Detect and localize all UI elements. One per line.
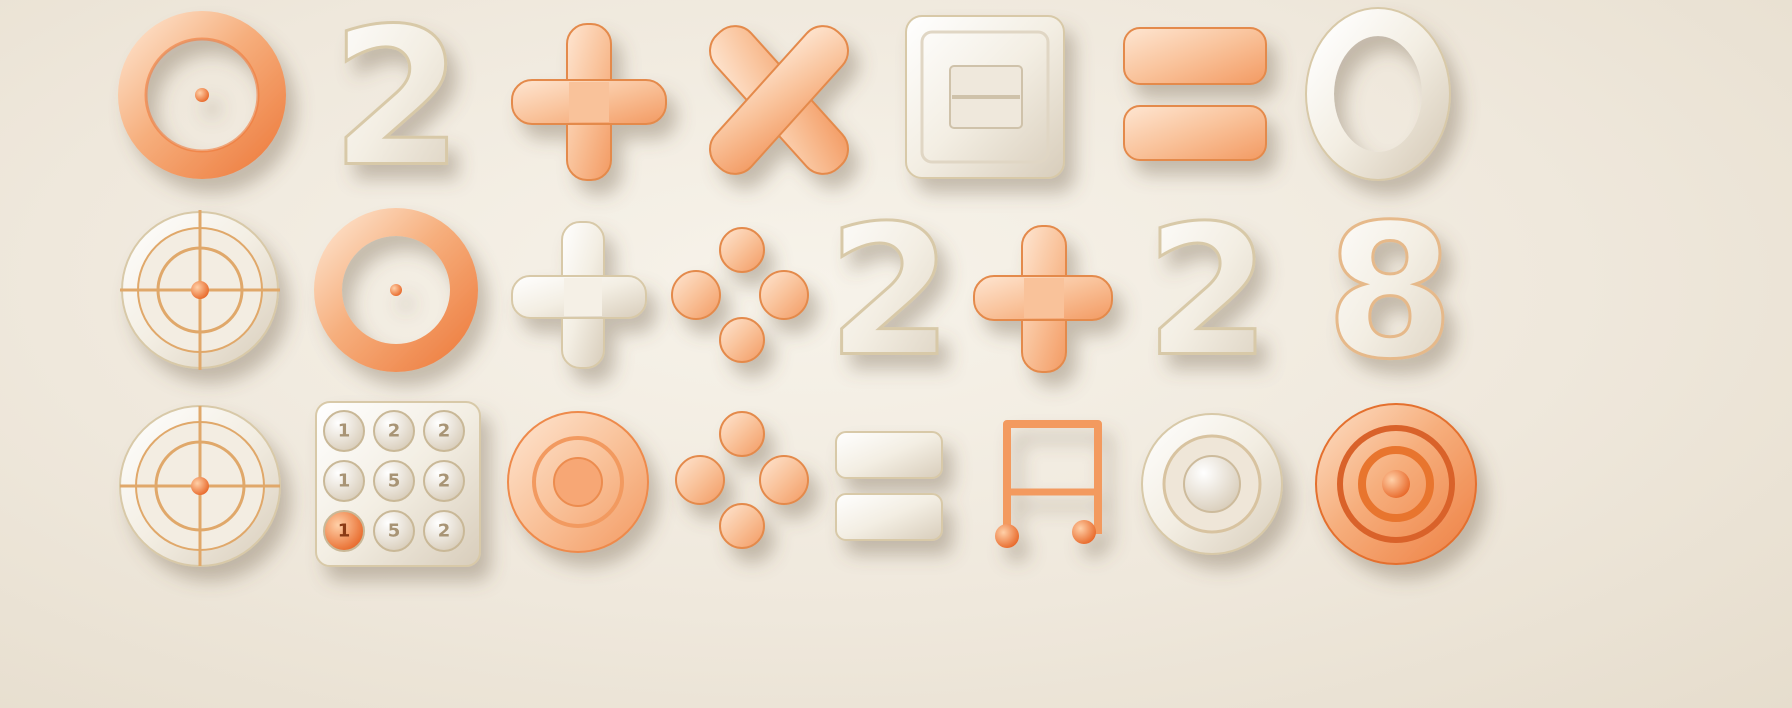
digit-eight: 8 [1324,183,1456,402]
orange-button-disc-icon [507,411,649,553]
cream-plus-icon [511,221,647,369]
cream-equals-icon [835,431,943,541]
digit-two-text: 2 [331,0,463,209]
digit-two-row2-text: 2 [827,188,952,397]
digit-two: 2 [329,0,464,210]
crosshair-target-icon-2 [119,405,281,567]
crosshair-target-icon [120,210,280,370]
keypad-keys: 1 2 2 1 5 2 1 5 2 [323,410,465,552]
keypad-key-label: 2 [388,421,401,442]
orange-plus-icon [511,23,667,181]
cream-zero-ring-icon [1305,7,1451,181]
keypad-key-label: 5 [388,471,401,492]
orange-plus-icon-2 [973,225,1113,373]
digit-two-row2-b: 2 [1144,186,1272,398]
keypad-key-label: 1 [338,521,351,542]
orange-divide-dots-icon-2 [675,411,809,549]
orange-ring-with-dot-icon-2 [314,208,478,372]
digit-eight-text: 8 [1326,184,1455,400]
keypad-key-label: 5 [388,521,401,542]
orange-spiral-target-icon [1315,403,1477,565]
digit-two-row2: 2 [826,186,954,398]
orange-divide-dots-icon [671,227,809,363]
orange-multiply-icon [709,25,849,175]
symbol-scene: 2 2 2 8 1 2 21 5 21 5 2 [118,0,1477,567]
cream-concentric-button-icon [1141,413,1283,555]
boxed-equals-icon [905,15,1065,179]
keypad-icon: 1 2 2 1 5 2 1 5 2 [315,401,481,567]
keypad-key-label: 2 [438,471,451,492]
digit-two-row2-b-text: 2 [1145,188,1270,397]
orange-equals-icon [1123,27,1267,161]
keypad-key-label: 1 [338,471,351,492]
orange-bracket-note-icon [995,420,1102,548]
orange-ring-with-dot-icon [118,11,286,179]
keypad-key-label: 1 [338,421,351,442]
keypad-key-label: 2 [438,521,451,542]
keypad-key-label: 2 [438,421,451,442]
